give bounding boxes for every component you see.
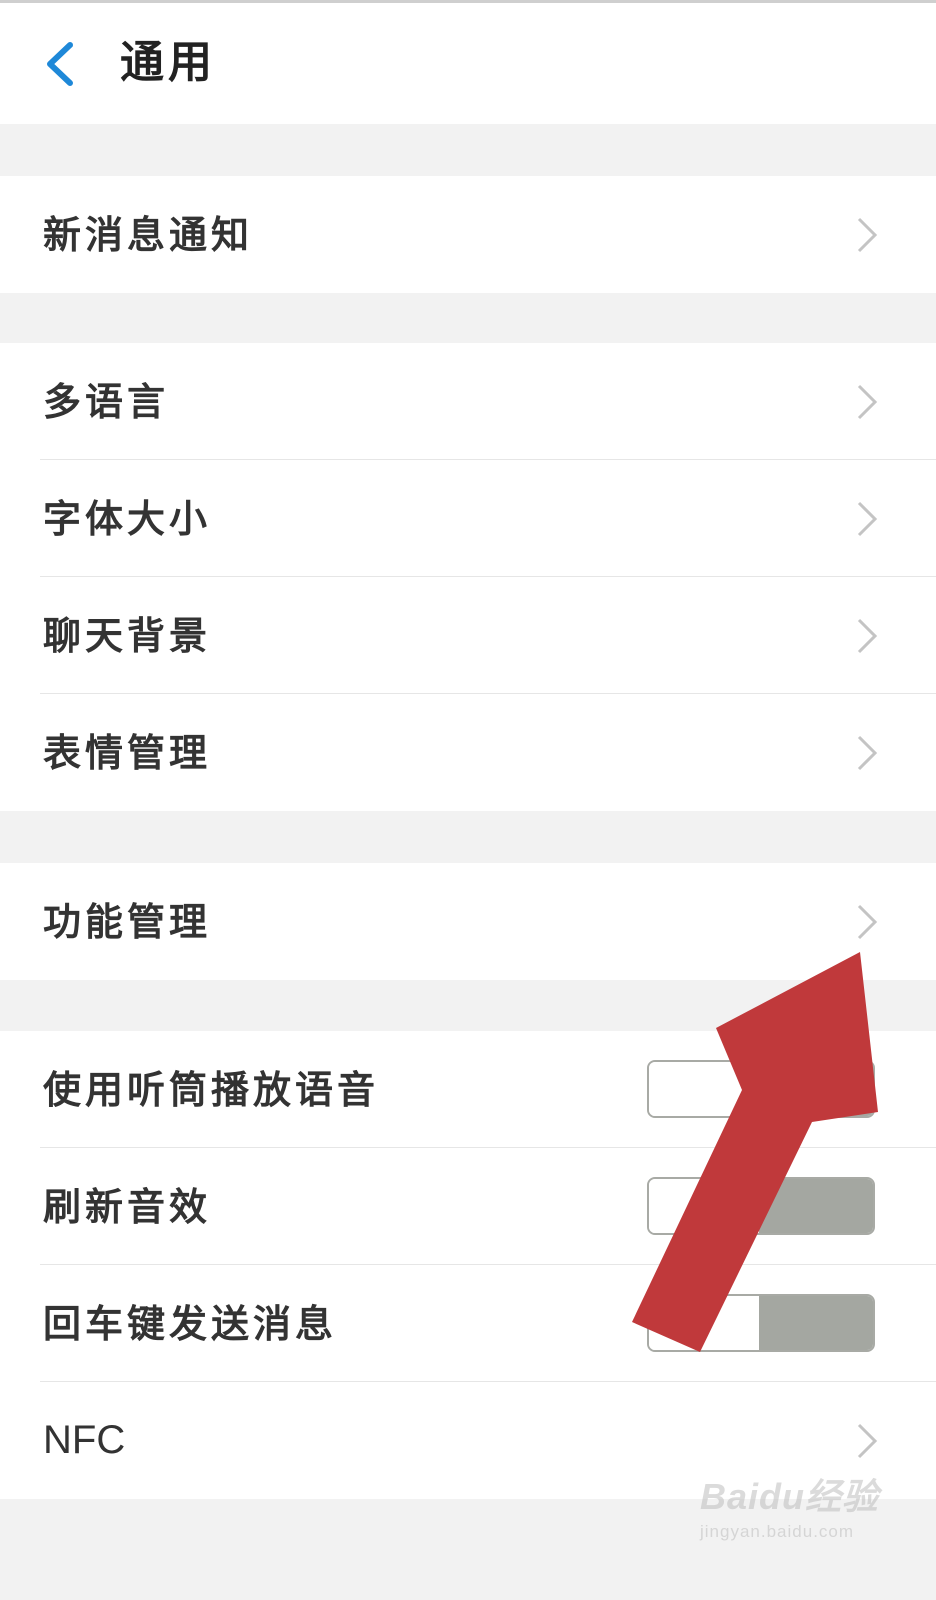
settings-item-feature-management[interactable]: 功能管理 bbox=[0, 863, 936, 980]
settings-item-enter-to-send[interactable]: 回车键发送消息 bbox=[0, 1265, 936, 1382]
app-header: 通用 bbox=[0, 3, 936, 124]
settings-group-notifications: 新消息通知 bbox=[0, 176, 936, 293]
settings-item-label: 字体大小 bbox=[43, 496, 212, 541]
chevron-right-icon bbox=[857, 217, 878, 253]
settings-group-features: 功能管理 bbox=[0, 863, 936, 980]
toggle-knob bbox=[649, 1062, 759, 1116]
page-title: 通用 bbox=[120, 37, 216, 88]
settings-item-earpiece-playback[interactable]: 使用听筒播放语音 bbox=[0, 1031, 936, 1148]
chevron-right-icon bbox=[857, 384, 878, 420]
settings-item-label: 表情管理 bbox=[43, 730, 212, 775]
settings-item-font-size[interactable]: 字体大小 bbox=[0, 460, 936, 577]
chevron-right-icon bbox=[857, 735, 878, 771]
back-button[interactable] bbox=[42, 39, 82, 89]
settings-item-label: 使用听筒播放语音 bbox=[43, 1067, 380, 1112]
settings-item-sticker-management[interactable]: 表情管理 bbox=[0, 694, 936, 811]
enter-to-send-toggle[interactable] bbox=[647, 1294, 875, 1352]
settings-item-label: 刷新音效 bbox=[43, 1184, 212, 1229]
settings-item-label: 聊天背景 bbox=[43, 613, 212, 658]
toggle-track-fill bbox=[755, 1296, 873, 1350]
chevron-right-icon bbox=[857, 618, 878, 654]
earpiece-playback-toggle[interactable] bbox=[647, 1060, 875, 1118]
settings-group-sound-input: 使用听筒播放语音 刷新音效 回车键发送消息 NFC bbox=[0, 1031, 936, 1499]
chevron-right-icon bbox=[857, 904, 878, 940]
toggle-track-fill bbox=[755, 1062, 873, 1116]
chevron-right-icon bbox=[857, 1423, 878, 1459]
watermark-logo: Baidu经验 bbox=[700, 1476, 880, 1517]
settings-item-label: 功能管理 bbox=[43, 899, 212, 944]
settings-group-display: 多语言 字体大小 聊天背景 表情管理 bbox=[0, 343, 936, 811]
settings-item-label: NFC bbox=[43, 1418, 126, 1462]
watermark: Baidu经验 jingyan.baidu.com bbox=[700, 1468, 890, 1558]
chevron-right-icon bbox=[857, 501, 878, 537]
settings-item-chat-background[interactable]: 聊天背景 bbox=[0, 577, 936, 694]
settings-item-label: 新消息通知 bbox=[43, 212, 254, 257]
settings-item-label: 回车键发送消息 bbox=[43, 1301, 338, 1346]
toggle-knob bbox=[649, 1296, 759, 1350]
settings-item-new-message-notification[interactable]: 新消息通知 bbox=[0, 176, 936, 293]
settings-item-language[interactable]: 多语言 bbox=[0, 343, 936, 460]
toggle-knob bbox=[649, 1179, 759, 1233]
settings-item-label: 多语言 bbox=[43, 379, 170, 424]
refresh-sound-toggle[interactable] bbox=[647, 1177, 875, 1235]
toggle-track-fill bbox=[755, 1179, 873, 1233]
watermark-url: jingyan.baidu.com bbox=[700, 1522, 855, 1541]
chevron-left-icon[interactable] bbox=[42, 39, 82, 89]
settings-item-refresh-sound[interactable]: 刷新音效 bbox=[0, 1148, 936, 1265]
